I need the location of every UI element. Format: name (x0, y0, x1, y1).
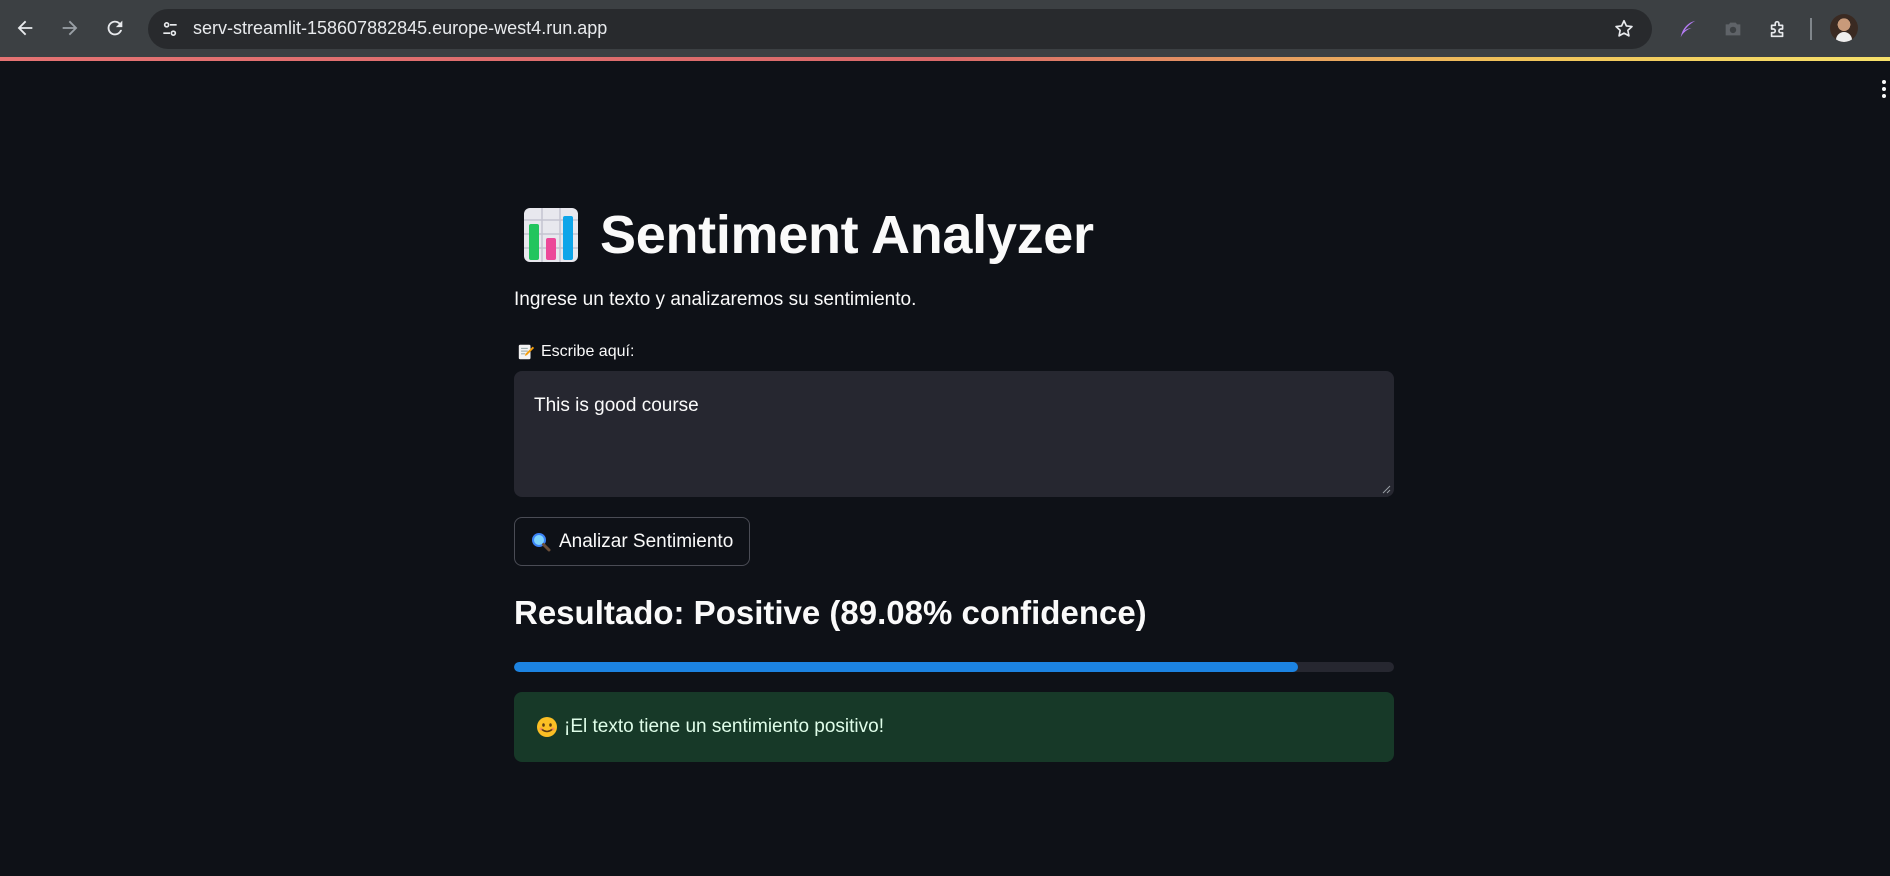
text-input[interactable] (514, 371, 1394, 497)
camera-icon[interactable] (1719, 15, 1747, 43)
result-heading: Resultado: Positive (89.08% confidence) (514, 594, 1147, 631)
resize-handle-icon[interactable] (1381, 484, 1391, 494)
reload-icon[interactable] (100, 13, 130, 43)
url-text[interactable]: serv-streamlit-158607882845.europe-west4… (193, 18, 607, 39)
toolbar-divider (1810, 18, 1812, 40)
extensions-puzzle-icon[interactable] (1764, 15, 1792, 43)
bookmark-star-icon[interactable] (1610, 15, 1638, 43)
back-arrow-icon[interactable] (10, 13, 40, 43)
profile-avatar[interactable] (1830, 14, 1858, 42)
site-settings-icon[interactable] (156, 15, 184, 43)
page-title: Sentiment Analyzer (600, 205, 1094, 265)
input-label: Escribe aquí: (514, 343, 1394, 361)
alert-message: ¡El texto tiene un sentimiento positivo! (564, 716, 885, 737)
confidence-progress-bar (514, 662, 1394, 672)
analyze-sentiment-button[interactable]: Analizar Sentimiento (514, 517, 751, 566)
browser-accent-strip (0, 57, 1890, 61)
smile-icon (537, 717, 557, 737)
forward-arrow-icon[interactable] (55, 13, 85, 43)
confidence-progress-fill (514, 662, 1298, 672)
text-input-container (514, 371, 1394, 497)
subtitle: Ingrese un texto y analizaremos su senti… (514, 289, 917, 310)
analyze-button-label: Analizar Sentimiento (559, 530, 734, 552)
memo-icon (518, 344, 535, 360)
success-alert: ¡El texto tiene un sentimiento positivo! (514, 692, 1394, 762)
app-menu-icon[interactable] (1882, 80, 1890, 100)
title-row: Sentiment Analyzer (514, 200, 1394, 270)
browser-toolbar: serv-streamlit-158607882845.europe-west4… (0, 0, 1890, 57)
search-icon (532, 532, 551, 551)
input-label-text: Escribe aquí: (541, 343, 635, 360)
quill-extension-icon[interactable] (1674, 15, 1702, 43)
bar-chart-icon (524, 208, 578, 262)
app-main: Sentiment Analyzer Ingrese un texto y an… (514, 200, 1394, 762)
